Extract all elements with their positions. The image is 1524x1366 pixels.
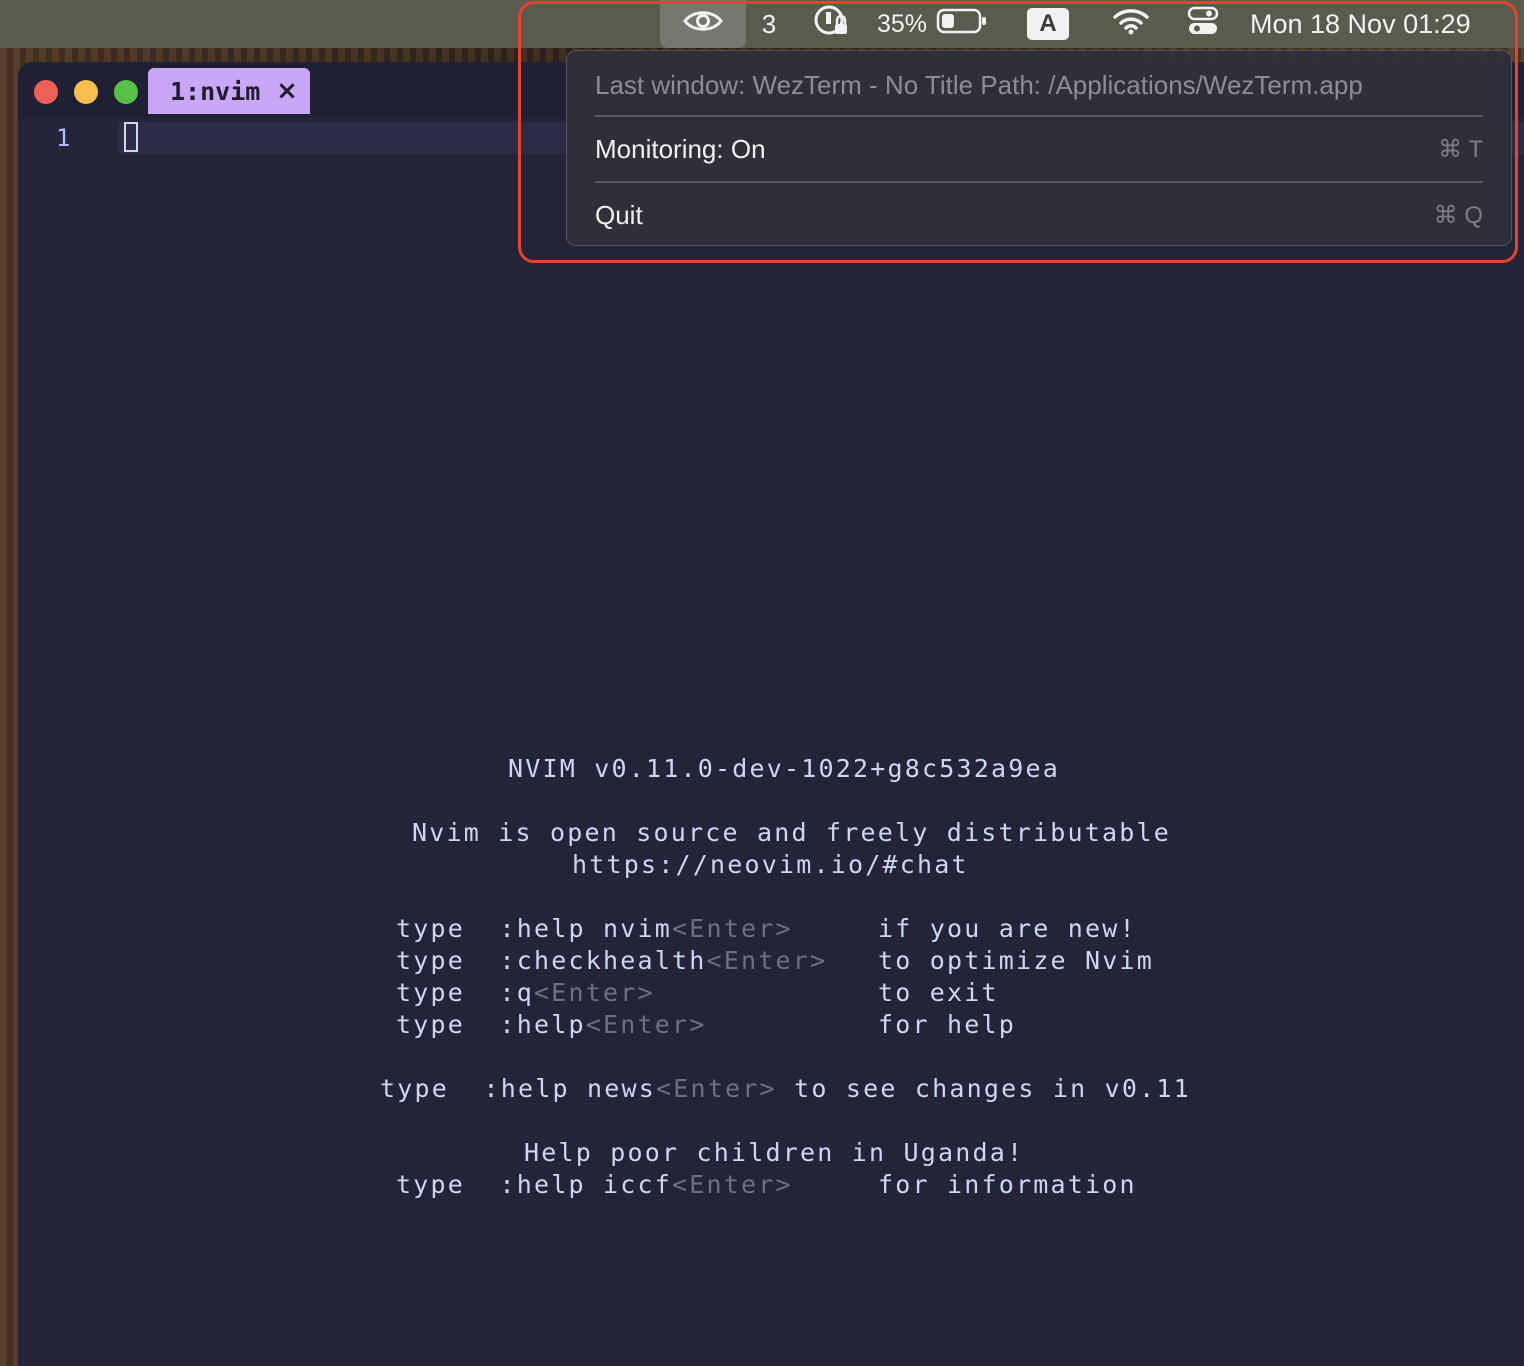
uganda-line: Help poor children in Uganda! <box>524 1138 1025 1167</box>
menu-separator <box>595 181 1483 183</box>
news-row: type :help news<Enter> to see changes in… <box>380 1074 1191 1103</box>
key-lock-icon <box>813 4 849 45</box>
input-source-button[interactable]: A <box>1024 0 1072 48</box>
eye-dropdown-menu: Last window: WezTerm - No Title Path: /A… <box>566 50 1512 246</box>
nvim-chat-url: https://neovim.io/#chat <box>572 850 969 879</box>
monitoring-toggle-item[interactable]: Monitoring: On ⌘ T <box>595 119 1483 179</box>
monitoring-label: Monitoring: On <box>595 133 766 164</box>
eye-menu-button[interactable] <box>660 0 746 48</box>
help-row: type :help<Enter> for help <box>396 1010 1017 1039</box>
menu-bar: 3 35% A Mon 18 Nov 01:29 <box>0 0 1524 48</box>
window-count[interactable]: 3 <box>752 0 786 48</box>
battery-menu-button[interactable] <box>934 0 990 48</box>
key-lock-menu-button[interactable] <box>808 0 854 48</box>
tab-title: 1:nvim <box>170 76 261 106</box>
close-tab-icon[interactable]: × <box>272 76 302 106</box>
tab-nvim[interactable]: 1:nvim × <box>148 68 310 114</box>
monitoring-shortcut: ⌘ T <box>1438 135 1483 163</box>
zoom-window-button[interactable] <box>114 80 138 104</box>
last-window-info: Last window: WezTerm - No Title Path: /A… <box>595 69 1363 100</box>
menubar-clock[interactable]: Mon 18 Nov 01:29 <box>1250 0 1490 48</box>
nvim-editor[interactable]: 1 NVIM v0.11.0-dev-1022+g8c532a9ea Nvim … <box>18 118 1524 1366</box>
battery-percent[interactable]: 35% <box>872 0 932 48</box>
help-row: type :help nvim<Enter> if you are new! <box>396 914 1137 943</box>
line-number: 1 <box>56 124 71 152</box>
iccf-row: type :help iccf<Enter> for information <box>396 1170 1137 1199</box>
battery-icon <box>936 8 988 41</box>
text-cursor <box>124 122 138 152</box>
eye-icon <box>683 9 723 40</box>
help-row: type :q<Enter> to exit <box>396 978 999 1007</box>
nvim-version: NVIM v0.11.0-dev-1022+g8c532a9ea <box>508 754 1061 783</box>
wezterm-window: 1:nvim × 1 NVIM v0.11.0-dev-1022+g8c532a… <box>18 62 1524 1366</box>
quit-item[interactable]: Quit ⌘ Q <box>595 185 1483 245</box>
control-center-icon <box>1187 6 1219 43</box>
wifi-menu-button[interactable] <box>1106 0 1156 48</box>
menu-separator <box>595 115 1483 117</box>
wifi-icon <box>1113 7 1149 42</box>
quit-shortcut: ⌘ Q <box>1433 201 1483 229</box>
help-row: type :checkhealth<Enter> to optimize Nvim <box>396 946 1155 975</box>
control-center-button[interactable] <box>1180 0 1226 48</box>
minimize-window-button[interactable] <box>74 80 98 104</box>
nvim-license-line: Nvim is open source and freely distribut… <box>412 818 1172 847</box>
input-source-label: A <box>1027 8 1069 40</box>
quit-label: Quit <box>595 199 643 230</box>
close-window-button[interactable] <box>34 80 58 104</box>
